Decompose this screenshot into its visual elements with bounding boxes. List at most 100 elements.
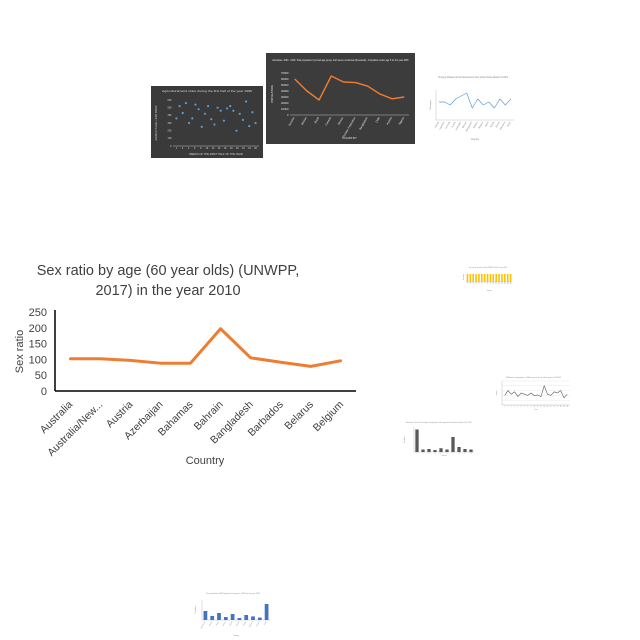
mini-x-tick-label: 16: [510, 283, 512, 285]
mini-x-tick-label: 17: [557, 406, 559, 408]
mini-x-tick-label: 1: [176, 147, 178, 150]
mini-x-tick-label: 15: [507, 283, 509, 285]
mini-y-tick-label: 30000: [281, 95, 289, 99]
mini-x-tick-label: Austria: [385, 116, 393, 126]
thumbnail-line-population-svg: Estimates, 1950 - 2100: Total population…: [270, 58, 409, 140]
mini-scatter-point: [175, 117, 178, 120]
mini-x-tick-label: 5: [441, 453, 442, 455]
mini-x-tick-label: 19: [563, 406, 565, 408]
mini-x-tick-label: 10: [493, 283, 495, 285]
data-point: [98, 357, 102, 360]
mini-scatter-point: [241, 118, 245, 122]
mini-scatter-point: [235, 129, 238, 132]
mini-bar: [475, 274, 477, 282]
mini-x-tick-label: Austria: [451, 120, 457, 128]
mini-y-tick-label: 70000: [281, 71, 289, 75]
mini-chart-title: Sex ratio by age (55 year olds) (UNWPP, …: [469, 266, 507, 269]
x-tick-label: Australia/New...: [45, 399, 105, 459]
x-tick-label: Belgium: [311, 398, 346, 433]
mini-bar: [445, 449, 449, 452]
y-tick-label: 100: [29, 354, 47, 366]
mini-bar: [217, 613, 221, 620]
mini-x-tick-label: Aruba: [263, 621, 268, 626]
mini-x-tick-label: 14: [218, 147, 221, 150]
mini-x-tick-label: Algeria: [215, 621, 220, 627]
mini-bar: [489, 274, 492, 282]
mini-x-axis-label: WEEKS OF THE FIRST HALF OF THE YEAR: [189, 152, 243, 156]
thumbnail-line-oil-supply: Oil supply, Measured as the financial en…: [428, 72, 518, 144]
mini-bar: [466, 274, 469, 282]
mini-y-tick-label: 10000: [281, 107, 289, 111]
mini-y-axis-label: Sex ratio: [462, 274, 465, 280]
mini-x-tick-label: 4: [188, 147, 190, 150]
thumbnail-scatter-svg: Agricultural land index during the first…: [155, 89, 259, 156]
mini-scatter-point: [254, 121, 257, 125]
mini-series-line: [439, 92, 512, 109]
mini-x-tick-label: 8: [200, 147, 202, 150]
mini-bar: [439, 448, 443, 452]
mini-x-tick-label: 6: [194, 147, 196, 150]
mini-x-tick-label: 15: [550, 406, 552, 408]
mini-bar: [492, 274, 495, 282]
mini-x-tick-label: Anguilla: [235, 621, 240, 628]
mini-bar: [421, 449, 425, 452]
mini-bar: [244, 615, 249, 620]
mini-y-tick-label: 60000: [281, 77, 289, 81]
mini-x-axis-label: Country: [233, 634, 239, 637]
mini-bar: [498, 274, 500, 282]
mini-x-tick-label: 10: [206, 147, 209, 150]
mini-bar: [210, 616, 215, 620]
mini-scatter-point: [244, 100, 248, 103]
series-line: [70, 327, 342, 368]
mini-y-tick-label: 0: [287, 113, 289, 117]
thumbnail-bar-sex-ratio-svg: Sex ratio by age (55 year olds) (UNWPP, …: [462, 266, 512, 292]
mini-scatter-point: [248, 124, 251, 128]
mini-x-tick-label: Brazil: [507, 121, 512, 127]
mini-x-tick-label: 6: [521, 406, 522, 408]
mini-bar: [481, 274, 483, 282]
data-point: [159, 361, 162, 365]
mini-x-tick-label: 12: [212, 147, 215, 150]
mini-x-tick-label: 9: [465, 453, 466, 455]
mini-scatter-point: [200, 125, 203, 128]
mini-y-tick-label: 50000: [281, 83, 289, 87]
mini-bar: [223, 617, 228, 620]
mini-x-tick-label: 9: [490, 283, 491, 285]
mini-scatter-point: [232, 109, 235, 112]
mini-x-tick-label: Chile: [374, 116, 381, 124]
mini-x-tick-label: Mexico: [337, 116, 345, 126]
mini-scatter-point: [197, 108, 200, 111]
mini-y-tick-label: 40000: [281, 89, 289, 93]
y-tick-label: 200: [29, 323, 47, 335]
mini-x-tick-label: 18: [230, 147, 233, 150]
thumbnail-bar-sex-ratio-55: Sex ratio by age (55 year olds) (UNWPP, …: [462, 264, 514, 294]
mini-x-tick-label: 3: [473, 283, 474, 285]
mini-x-tick-label: 14: [504, 283, 506, 285]
mini-x-tick-label: 26: [254, 147, 257, 150]
mini-bar: [463, 449, 467, 452]
mini-x-tick-label: Azerbaijan: [455, 120, 463, 131]
mini-x-tick-label: Bangladesh: [358, 116, 369, 131]
data-point: [219, 327, 222, 330]
mini-bar: [237, 618, 242, 620]
mini-y-tick-label: 400: [168, 114, 173, 117]
mini-bar: [483, 274, 486, 282]
mini-scatter-point: [238, 112, 241, 115]
mini-chart-title: Agricultural land index during the first…: [162, 89, 253, 93]
mini-x-axis-label: Country: [486, 289, 492, 292]
mini-y-tick-label: 20000: [281, 101, 289, 105]
mini-x-tick-label: 7: [484, 283, 485, 285]
mini-x-tick-label: Afghanistan: [199, 621, 206, 630]
mini-y-axis-label: Population: [194, 606, 197, 614]
y-tick-label: 0: [41, 386, 47, 398]
mini-x-tick-label: 7: [453, 453, 454, 455]
mini-scatter-point: [225, 107, 229, 110]
mini-y-axis-label: AGRICULTURAL LAND INDEX: [155, 105, 158, 140]
mini-bar: [264, 604, 269, 620]
mini-scatter-point: [187, 121, 191, 125]
mini-x-tick-label: Nigeria: [397, 116, 405, 126]
mini-x-tick-label: 6: [447, 453, 448, 455]
mini-scatter-point: [191, 117, 194, 120]
mini-x-tick-label: 16: [553, 406, 555, 408]
mini-y-tick-label: 0: [170, 145, 172, 148]
